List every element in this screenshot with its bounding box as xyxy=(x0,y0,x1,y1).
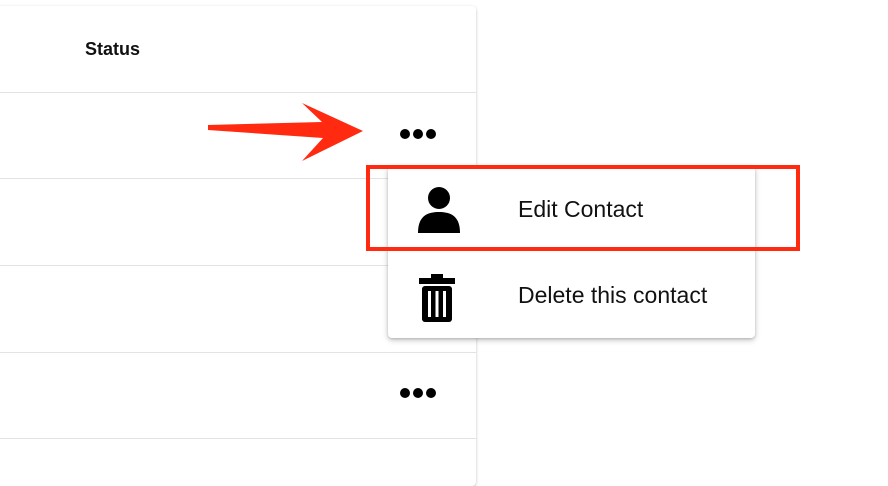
more-dot xyxy=(400,129,410,139)
person-icon xyxy=(418,187,460,233)
row-more-actions-button[interactable] xyxy=(398,122,438,146)
more-dot xyxy=(413,129,423,139)
row-divider xyxy=(0,92,476,93)
row-actions-menu: Edit Contact Delete this contact xyxy=(388,166,755,338)
more-dot xyxy=(413,388,423,398)
row-divider xyxy=(0,352,476,353)
row-more-actions-button[interactable] xyxy=(398,381,438,405)
more-dot xyxy=(426,129,436,139)
more-dot xyxy=(426,388,436,398)
trash-icon xyxy=(419,274,455,322)
menu-item-delete-contact[interactable]: Delete this contact xyxy=(388,252,755,338)
menu-item-label: Delete this contact xyxy=(518,282,708,308)
status-column-header: Status xyxy=(85,39,141,59)
pointer-arrow xyxy=(208,103,363,161)
row-divider xyxy=(0,438,476,439)
menu-item-label: Edit Contact xyxy=(518,196,644,222)
menu-item-edit-contact[interactable]: Edit Contact xyxy=(388,166,755,252)
more-dot xyxy=(400,388,410,398)
